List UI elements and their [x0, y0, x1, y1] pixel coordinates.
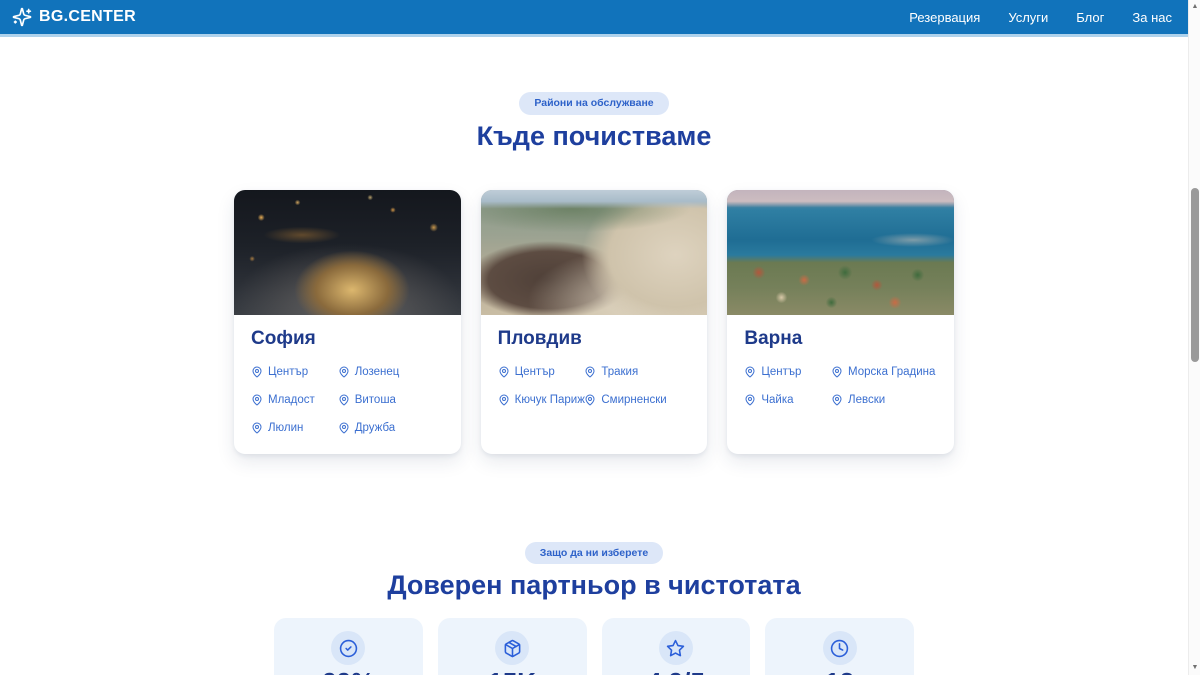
header: BG.CENTER Резервация Услуги Блог За нас — [0, 0, 1188, 37]
varna-sea-coast-aerial-image — [727, 190, 954, 315]
district-item: Смирненски — [584, 394, 690, 406]
map-pin-icon — [251, 422, 263, 434]
district-item: Чайка — [744, 394, 831, 406]
district-item: Тракия — [584, 366, 690, 378]
stat-card: 4.9/5 — [602, 618, 751, 675]
district-item: Дружба — [338, 422, 444, 434]
district-item: Център — [498, 366, 585, 378]
map-pin-icon — [584, 366, 596, 378]
page: BG.CENTER Резервация Услуги Блог За нас Рай… — [0, 0, 1188, 675]
scroll-down-arrow[interactable]: ▼ — [1189, 662, 1200, 674]
district-item: Кючук Париж — [498, 394, 585, 406]
city-name: София — [251, 328, 444, 350]
city-name: Пловдив — [498, 328, 691, 350]
section-title: Доверен партньор в чистотата — [0, 570, 1188, 601]
district-label: Чайка — [761, 394, 793, 406]
brand-name: BG.CENTER — [39, 8, 136, 26]
city-card: Варна Център Морска Градина Чайка Левски — [727, 190, 954, 454]
district-list: Център Тракия Кючук Париж Смирненски — [498, 366, 691, 406]
why-us-section: Защо да ни изберете Доверен партньор в ч… — [0, 454, 1188, 675]
map-pin-icon — [744, 394, 756, 406]
district-label: Младост — [268, 394, 315, 406]
map-pin-icon — [584, 394, 596, 406]
nav-link[interactable]: Блог — [1076, 10, 1104, 25]
nav-link[interactable]: За нас — [1132, 10, 1172, 25]
sparkles-icon — [12, 7, 32, 27]
district-label: Смирненски — [601, 394, 666, 406]
stat-icon-circle — [659, 631, 693, 665]
map-pin-icon — [744, 366, 756, 378]
district-label: Тракия — [601, 366, 638, 378]
district-item: Левски — [831, 394, 937, 406]
map-pin-icon — [338, 394, 350, 406]
service-areas-section: Райони на обслужване Къде почистваме Соф… — [0, 37, 1188, 454]
district-list: Център Морска Градина Чайка Левски — [744, 366, 937, 406]
district-label: Център — [515, 366, 555, 378]
city-card: София Център Лозенец Младост Витоша Люлин Дру… — [234, 190, 461, 454]
stat-icon-circle — [495, 631, 529, 665]
stat-card: 99% — [274, 618, 423, 675]
map-pin-icon — [338, 366, 350, 378]
map-pin-icon — [251, 394, 263, 406]
section-badge: Райони на обслужване — [519, 92, 668, 115]
city-cards: София Център Лозенец Младост Витоша Люлин Дру… — [234, 190, 954, 454]
section-title: Къде почистваме — [0, 121, 1188, 152]
check-circle-icon — [339, 639, 358, 658]
district-label: Дружба — [355, 422, 395, 434]
district-item: Център — [251, 366, 338, 378]
district-label: Морска Градина — [848, 366, 935, 378]
stat-icon-circle — [331, 631, 365, 665]
map-pin-icon — [251, 366, 263, 378]
scrollbar[interactable]: ▲ ▼ — [1188, 0, 1200, 675]
district-label: Люлин — [268, 422, 303, 434]
district-label: Витоша — [355, 394, 396, 406]
district-list: Център Лозенец Младост Витоша Люлин Дружба — [251, 366, 444, 434]
district-label: Център — [268, 366, 308, 378]
map-pin-icon — [338, 422, 350, 434]
district-item: Морска Градина — [831, 366, 937, 378]
map-pin-icon — [498, 366, 510, 378]
clock-icon — [830, 639, 849, 658]
brand-logo[interactable]: BG.CENTER — [12, 7, 136, 27]
stat-card: 12 — [765, 618, 914, 675]
map-pin-icon — [831, 394, 843, 406]
stat-cards: 99% 15K 4.9/5 12 — [274, 618, 914, 675]
nav-link[interactable]: Резервация — [909, 10, 980, 25]
stat-value: 4.9/5 — [602, 668, 751, 675]
plovdiv-ancient-theatre-image — [481, 190, 708, 315]
district-label: Лозенец — [355, 366, 400, 378]
section-badge: Защо да ни изберете — [525, 542, 663, 565]
scroll-up-arrow[interactable]: ▲ — [1189, 1, 1200, 13]
stat-icon-circle — [823, 631, 857, 665]
district-item: Младост — [251, 394, 338, 406]
stat-value: 15K — [438, 668, 587, 675]
district-item: Център — [744, 366, 831, 378]
stat-value: 99% — [274, 668, 423, 675]
star-icon — [666, 639, 685, 658]
district-label: Кючук Париж — [515, 394, 585, 406]
scrollbar-thumb[interactable] — [1191, 188, 1199, 362]
nav-link[interactable]: Услуги — [1008, 10, 1048, 25]
city-name: Варна — [744, 328, 937, 350]
district-label: Левски — [848, 394, 885, 406]
sofia-cathedral-night-aerial-image — [234, 190, 461, 315]
district-item: Люлин — [251, 422, 338, 434]
city-card: Пловдив Център Тракия Кючук Париж Смирненск… — [481, 190, 708, 454]
stat-card: 15K — [438, 618, 587, 675]
map-pin-icon — [831, 366, 843, 378]
district-label: Център — [761, 366, 801, 378]
stat-value: 12 — [765, 668, 914, 675]
map-pin-icon — [498, 394, 510, 406]
district-item: Лозенец — [338, 366, 444, 378]
district-item: Витоша — [338, 394, 444, 406]
package-icon — [503, 639, 522, 658]
main-nav: Резервация Услуги Блог За нас — [909, 10, 1172, 25]
